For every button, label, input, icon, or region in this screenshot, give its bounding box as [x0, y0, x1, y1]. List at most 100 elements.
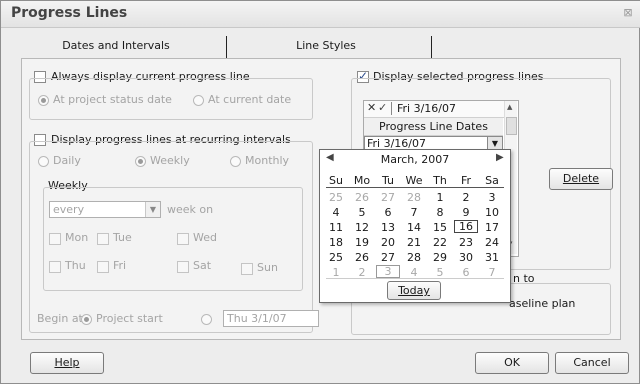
calendar-day[interactable]: 26 — [350, 191, 374, 204]
sun-label: Sun — [257, 261, 278, 274]
calendar-day[interactable]: 27 — [376, 251, 400, 264]
calendar-day[interactable]: 29 — [428, 251, 452, 264]
sun-checkbox[interactable] — [241, 263, 253, 275]
mon-checkbox[interactable] — [49, 233, 61, 245]
progress-lines-dialog: Progress Lines ⊠ Dates and Intervals Lin… — [0, 0, 640, 384]
calendar-day-selected[interactable]: 16 — [454, 220, 478, 233]
calendar-day[interactable]: 12 — [350, 221, 374, 234]
at-status-date-radio[interactable] — [38, 95, 49, 106]
calendar-day[interactable]: 27 — [376, 191, 400, 204]
project-start-label: Project start — [96, 312, 163, 325]
at-status-date-label: At project status date — [53, 93, 172, 106]
begin-date-select[interactable]: Thu 3/1/07 — [223, 310, 319, 327]
close-icon[interactable]: ⊠ — [620, 5, 636, 21]
thu-checkbox[interactable] — [49, 261, 61, 273]
weekday-label: Su — [329, 174, 343, 187]
calendar-day[interactable]: 3 — [480, 191, 504, 204]
ok-button[interactable]: OK — [475, 352, 549, 374]
weekday-label: Tu — [381, 174, 395, 187]
calendar-day[interactable]: 1 — [428, 191, 452, 204]
calendar-day[interactable]: 8 — [428, 206, 452, 219]
confirm-entry-icon[interactable]: ✓ — [378, 101, 387, 114]
entry-divider — [391, 102, 392, 115]
baseline-plan-label: aseline plan — [509, 297, 576, 310]
cancel-entry-icon[interactable]: ✕ — [367, 101, 376, 114]
calendar-day[interactable]: 19 — [350, 236, 374, 249]
begin-date-radio[interactable] — [201, 314, 212, 325]
tab-dates-and-intervals[interactable]: Dates and Intervals — [41, 34, 191, 57]
help-button[interactable]: Help — [30, 352, 104, 374]
thu-label: Thu — [65, 259, 86, 272]
calendar-day[interactable]: 6 — [376, 206, 400, 219]
calendar-day[interactable]: 7 — [402, 206, 426, 219]
scroll-up-icon[interactable]: ▲ — [507, 103, 512, 111]
begin-date-value: Thu 3/1/07 — [227, 312, 287, 325]
calendar-day[interactable]: 25 — [324, 251, 348, 264]
fri-checkbox[interactable] — [97, 261, 109, 273]
calendar-day[interactable]: 15 — [428, 221, 452, 234]
weekday-label: Th — [433, 174, 447, 187]
title-bar: Progress Lines ⊠ — [1, 1, 640, 28]
weekday-label: Mo — [353, 174, 371, 187]
calendar-day[interactable]: 20 — [376, 236, 400, 249]
calendar-day[interactable]: 5 — [350, 206, 374, 219]
cancel-label: Cancel — [573, 356, 611, 369]
weekday-label: Fr — [460, 174, 472, 187]
sat-checkbox[interactable] — [177, 261, 189, 273]
daily-radio[interactable] — [38, 156, 49, 167]
tab-separator — [226, 36, 227, 58]
entry-bar: ✕ ✓ Fri 3/16/07 — [364, 101, 516, 118]
calendar-day[interactable]: 14 — [402, 221, 426, 234]
calendar-day[interactable]: 17 — [480, 221, 504, 234]
calendar-day[interactable]: 21 — [402, 236, 426, 249]
next-month-icon[interactable]: ▶ — [496, 152, 504, 163]
calendar-day[interactable]: 22 — [428, 236, 452, 249]
today-label: Today — [398, 284, 430, 297]
mon-label: Mon — [65, 231, 89, 244]
calendar-day-today[interactable]: 3 — [376, 265, 400, 278]
calendar-day[interactable]: 31 — [480, 251, 504, 264]
calendar-day[interactable]: 2 — [454, 191, 478, 204]
tab-line-styles[interactable]: Line Styles — [251, 34, 401, 57]
week-on-label: week on — [167, 203, 214, 216]
monthly-radio[interactable] — [230, 156, 241, 167]
calendar-day[interactable]: 25 — [324, 191, 348, 204]
every-select[interactable]: every ▼ — [49, 201, 161, 218]
today-divider — [326, 278, 504, 279]
weekday-divider — [326, 187, 504, 188]
calendar-day[interactable]: 30 — [454, 251, 478, 264]
dialog-title: Progress Lines — [11, 5, 128, 21]
calendar-day[interactable]: 28 — [402, 251, 426, 264]
weekday-label: We — [405, 174, 423, 187]
sat-label: Sat — [193, 259, 212, 272]
begin-at-label: Begin at: — [37, 312, 87, 325]
wed-checkbox[interactable] — [177, 233, 189, 245]
project-start-radio[interactable] — [81, 314, 92, 325]
at-current-date-radio[interactable] — [193, 95, 204, 106]
today-button[interactable]: Today — [387, 281, 441, 300]
delete-button[interactable]: Delete — [549, 168, 613, 190]
calendar-day[interactable]: 10 — [480, 206, 504, 219]
daily-label: Daily — [53, 154, 81, 167]
delete-label: Delete — [562, 172, 600, 185]
scroll-thumb[interactable] — [506, 117, 517, 135]
calendar-day[interactable]: 23 — [454, 236, 478, 249]
weekly-radio[interactable] — [135, 156, 146, 167]
tue-label: Tue — [113, 231, 132, 244]
tab-strip: Dates and Intervals Line Styles — [21, 34, 621, 58]
calendar-day[interactable]: 13 — [376, 221, 400, 234]
calendar-day[interactable]: 9 — [454, 206, 478, 219]
cancel-button[interactable]: Cancel — [555, 352, 629, 374]
calendar-day[interactable]: 28 — [402, 191, 426, 204]
help-label: Help — [54, 356, 80, 369]
calendar-header: ◀ March, 2007 ▶ — [320, 150, 510, 168]
tue-checkbox[interactable] — [97, 233, 109, 245]
calendar-day[interactable]: 24 — [480, 236, 504, 249]
calendar-day[interactable]: 11 — [324, 221, 348, 234]
entry-value[interactable]: Fri 3/16/07 — [397, 102, 456, 115]
prev-month-icon[interactable]: ◀ — [326, 152, 334, 163]
calendar-day[interactable]: 4 — [324, 206, 348, 219]
calendar-day[interactable]: 26 — [350, 251, 374, 264]
month-label: March, 2007 — [380, 153, 450, 166]
calendar-day[interactable]: 18 — [324, 236, 348, 249]
